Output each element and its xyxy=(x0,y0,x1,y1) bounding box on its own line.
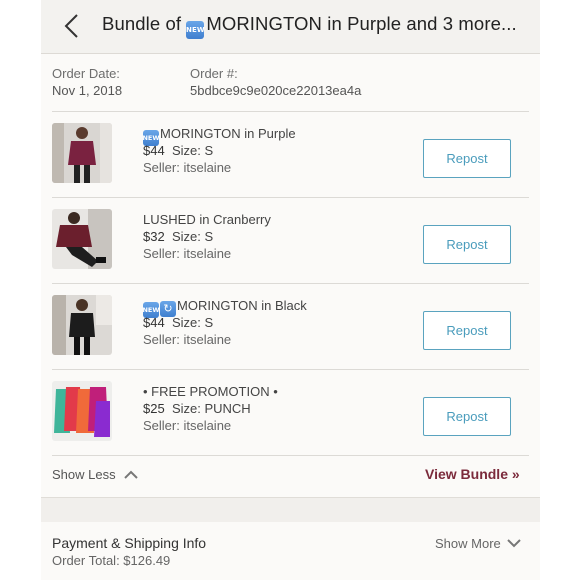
item-thumbnail[interactable] xyxy=(52,381,112,441)
repost-button[interactable]: Repost xyxy=(423,397,511,436)
chevron-down-icon xyxy=(507,539,521,548)
order-details-panel: Bundle of NEWMORINGTON in Purple and 3 m… xyxy=(41,0,540,580)
divider xyxy=(52,455,529,456)
item-name: • FREE PROMOTION • xyxy=(143,384,278,399)
repost-button[interactable]: Repost xyxy=(423,311,511,350)
order-date-label: Order Date: xyxy=(52,66,120,81)
item-size: Size: S xyxy=(171,315,214,330)
item-seller: Seller: itselaine xyxy=(143,418,232,433)
item-size: Size: PUNCH xyxy=(171,401,251,416)
item-name: LUSHED in Cranberry xyxy=(143,212,271,227)
order-date-value: Nov 1, 2018 xyxy=(52,83,123,98)
item-price: $44 Size: S xyxy=(143,315,214,330)
chevron-up-icon xyxy=(123,470,138,479)
item-thumbnail[interactable] xyxy=(52,295,112,355)
title-text: MORINGTON in Purple and 3 more... xyxy=(206,13,517,34)
bundle-item: • FREE PROMOTION • $25 Size: PUNCH Selle… xyxy=(41,371,540,456)
show-less-label: Show Less xyxy=(52,467,116,482)
divider xyxy=(52,197,529,198)
item-seller: Seller: itselaine xyxy=(143,160,232,175)
item-seller: Seller: itselaine xyxy=(143,246,232,261)
item-thumbnail[interactable] xyxy=(52,209,112,269)
bundle-item: NEW ↻ MORINGTON in Black $44 Size: S Selle… xyxy=(41,285,540,370)
page-title: Bundle of NEWMORINGTON in Purple and 3 m… xyxy=(102,13,517,39)
divider xyxy=(52,369,529,370)
item-size: Size: S xyxy=(171,229,214,244)
show-more-toggle[interactable]: Show More xyxy=(435,536,521,551)
bundle-item: NEWMORINGTON in Purple $44 Size: S Selle… xyxy=(41,113,540,198)
item-price: $25 Size: PUNCH xyxy=(143,401,251,416)
divider xyxy=(52,283,529,284)
back-chevron-icon[interactable] xyxy=(62,12,82,40)
payment-section-title: Payment & Shipping Info xyxy=(52,535,207,551)
item-size: Size: S xyxy=(171,143,214,158)
header-bar: Bundle of NEWMORINGTON in Purple and 3 m… xyxy=(41,0,540,54)
divider xyxy=(52,111,529,112)
show-more-label: Show More xyxy=(435,536,501,551)
show-less-toggle[interactable]: Show Less xyxy=(52,467,138,482)
order-number-value: 5bdbce9c9e020ce22013ea4a xyxy=(190,83,362,98)
order-number-label: Order #: xyxy=(190,66,238,81)
item-thumbnail[interactable] xyxy=(52,123,112,183)
repost-button[interactable]: Repost xyxy=(423,139,511,178)
item-price: $44 Size: S xyxy=(143,143,214,158)
item-price: $32 Size: S xyxy=(143,229,214,244)
title-prefix: Bundle of xyxy=(102,13,187,34)
repost-button[interactable]: Repost xyxy=(423,225,511,264)
new-badge-icon: NEW xyxy=(186,21,205,39)
view-bundle-link[interactable]: View Bundle » xyxy=(425,466,520,482)
section-gap xyxy=(41,497,540,522)
item-seller: Seller: itselaine xyxy=(143,332,232,347)
bundle-item: LUSHED in Cranberry $32 Size: S Seller: … xyxy=(41,199,540,284)
order-total: Order Total: $126.49 xyxy=(52,553,171,568)
